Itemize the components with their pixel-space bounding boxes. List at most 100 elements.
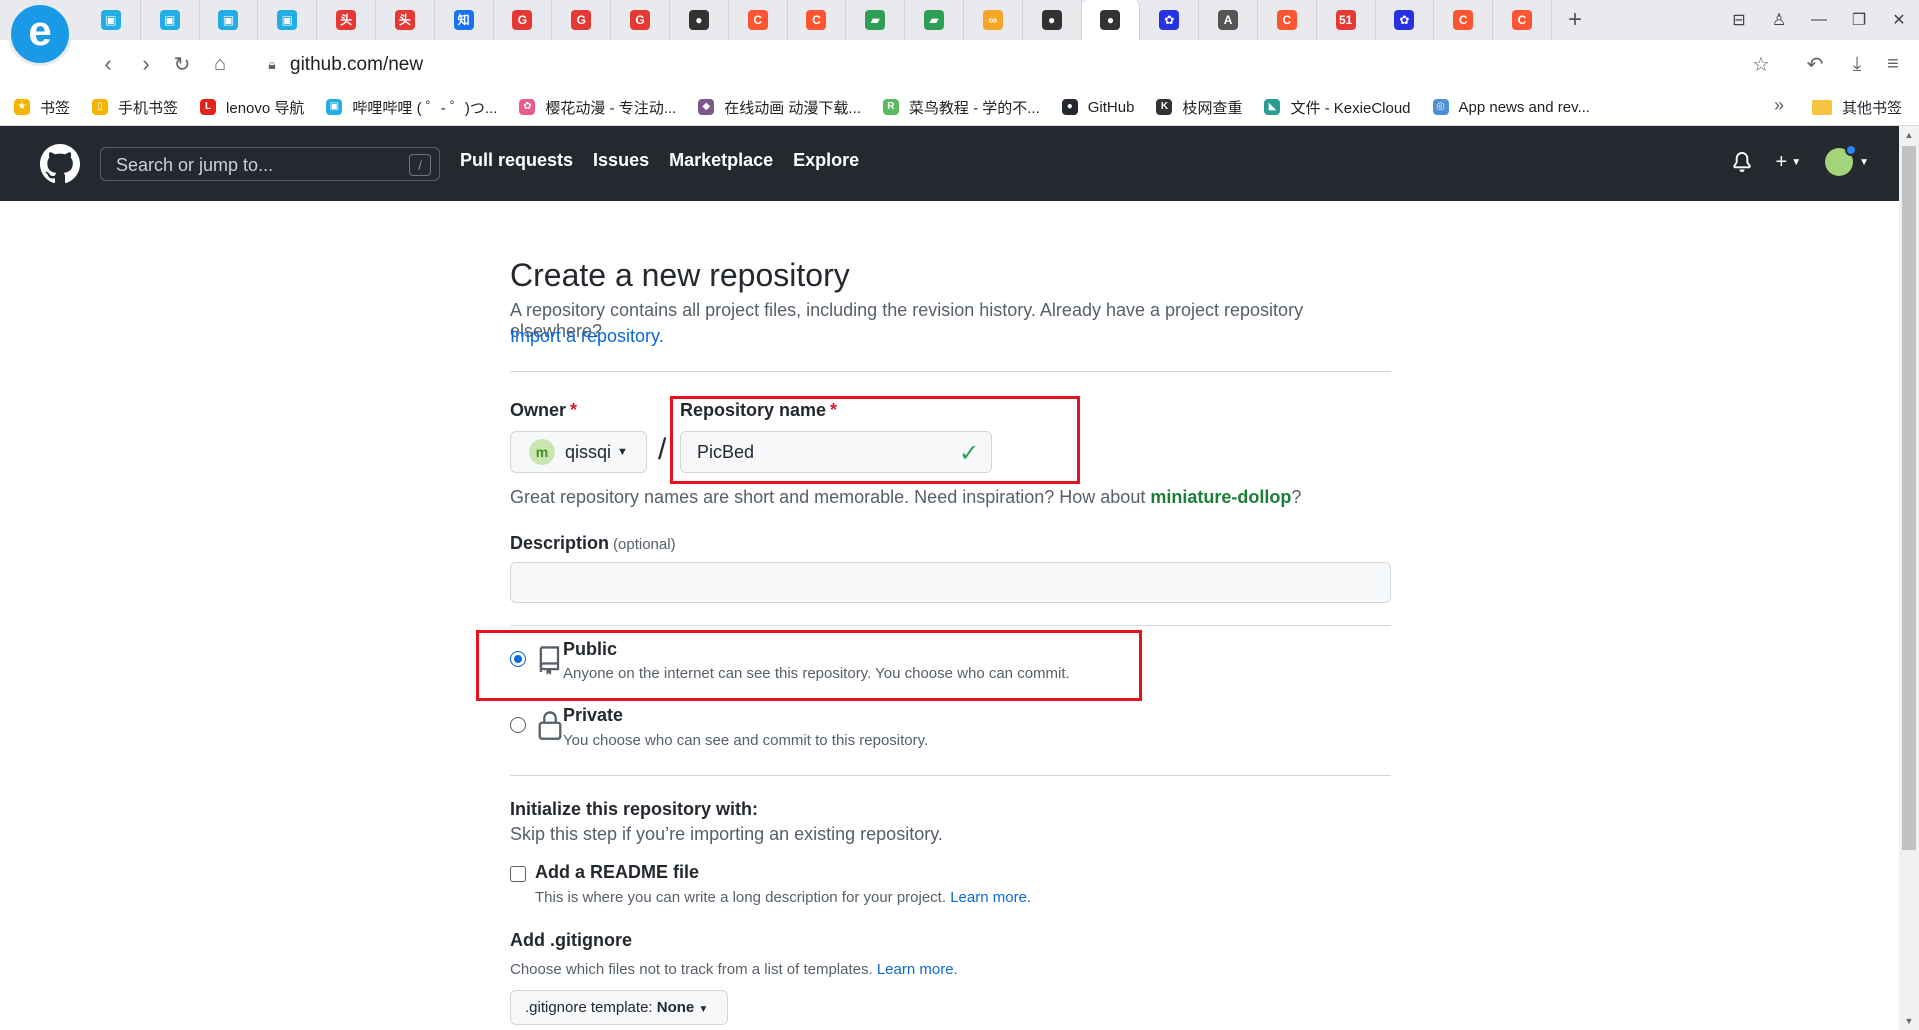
- scroll-thumb[interactable]: [1902, 146, 1916, 850]
- owner-repo-separator: /: [658, 433, 667, 466]
- lenovo-icon: L: [200, 99, 217, 115]
- owner-avatar: m: [529, 439, 555, 465]
- browser-tab[interactable]: ▣: [141, 0, 200, 40]
- zhihu-icon: 知: [453, 10, 474, 30]
- browser-tab[interactable]: ●: [1023, 0, 1082, 40]
- browser-tab[interactable]: ✿: [1376, 0, 1435, 40]
- browser-tab[interactable]: ∞: [964, 0, 1023, 40]
- import-repository-link[interactable]: Import a repository.: [510, 326, 664, 347]
- owner-select[interactable]: m qissqi ▼: [510, 431, 647, 473]
- page-scrollbar[interactable]: ▲ ▼: [1899, 126, 1919, 1030]
- new-tab-button[interactable]: +: [1562, 6, 1588, 34]
- browser-tab[interactable]: ▣: [258, 0, 318, 40]
- close-window-button[interactable]: ✕: [1879, 0, 1919, 40]
- browser-tab[interactable]: ●: [670, 0, 729, 40]
- browser-tab[interactable]: G: [494, 0, 553, 40]
- learn-more-link[interactable]: Learn more.: [950, 889, 1031, 906]
- phone-icon: ▯: [92, 99, 109, 115]
- bookmark-item[interactable]: Llenovo 导航: [200, 97, 304, 118]
- url-field[interactable]: github.com/new: [290, 54, 423, 76]
- menu-icon[interactable]: ≡: [1878, 50, 1908, 78]
- toutiao-icon: 头: [336, 10, 357, 30]
- browser-tab[interactable]: C: [1493, 0, 1552, 40]
- browser-tab[interactable]: 头: [317, 0, 376, 40]
- csdn-icon: C: [806, 10, 827, 30]
- owner-name: qissqi: [565, 441, 612, 462]
- gitignore-template-select[interactable]: .gitignore template: None ▼: [510, 990, 728, 1025]
- reading-mode-icon[interactable]: ⊟: [1719, 0, 1759, 40]
- restore-button[interactable]: ❐: [1839, 0, 1879, 40]
- browser-tab[interactable]: ●: [1081, 0, 1141, 40]
- bookmark-item[interactable]: ● GitHub: [1061, 99, 1134, 116]
- search-input[interactable]: Search or jump to... /: [100, 147, 440, 181]
- bookmark-label: 哔哩哔哩 ( ゜- ゜)つ...: [352, 99, 498, 117]
- 51cto-icon: 51: [1335, 10, 1356, 30]
- bookmark-star-icon[interactable]: ☆: [1746, 50, 1776, 78]
- divider: [510, 371, 1391, 372]
- tab-list: ▣ ▣ ▣ ▣ 头 头 知 G G G ● C C ▰ ▰ ∞ ● ● ✿ A C 51 ✿ C C: [82, 0, 1552, 40]
- scroll-down-arrow-icon[interactable]: ▼: [1899, 1012, 1919, 1030]
- notification-bell-icon[interactable]: [1732, 151, 1752, 173]
- bookmark-item[interactable]: R 菜鸟教程 - 学的不...: [882, 97, 1040, 118]
- readme-checkbox[interactable]: [510, 866, 526, 882]
- bilibili-icon: ▣: [277, 10, 298, 30]
- nav-pull-requests[interactable]: Pull requests: [460, 150, 573, 171]
- undo-dropdown-icon[interactable]: ↶: [1800, 50, 1830, 78]
- shirt-skin-icon[interactable]: ♙: [1759, 0, 1799, 40]
- browser-tab[interactable]: ▰: [846, 0, 906, 40]
- bookmark-item[interactable]: ◣ 文件 - KexieCloud: [1264, 97, 1411, 118]
- readme-title[interactable]: Add a README file: [535, 862, 699, 883]
- browser-tab[interactable]: ✿: [1140, 0, 1200, 40]
- tab-strip: ▣ ▣ ▣ ▣ 头 头 知 G G G ● C C ▰ ▰ ∞ ● ● ✿ A C 51 ✿ C C + ⊟ ♙ — ❐ ✕: [0, 0, 1919, 40]
- browser-tab[interactable]: G: [552, 0, 612, 40]
- repo-name-hint: Great repository names are short and mem…: [510, 487, 1301, 508]
- bookmark-item[interactable]: ★ 书签: [14, 97, 70, 118]
- create-new-dropdown-icon[interactable]: + ▼: [1776, 151, 1802, 174]
- back-icon[interactable]: ‹: [94, 50, 122, 78]
- browser-tab[interactable]: ▣: [200, 0, 259, 40]
- bookmark-item[interactable]: K 枝网查重: [1156, 97, 1242, 118]
- bookmark-label: lenovo 导航: [226, 99, 305, 117]
- browser-tab[interactable]: G: [611, 0, 670, 40]
- bookmark-item[interactable]: ▯ 手机书签: [92, 97, 178, 118]
- scroll-up-arrow-icon[interactable]: ▲: [1899, 126, 1919, 144]
- github-logo-icon[interactable]: [40, 144, 80, 184]
- bookmark-item[interactable]: ◆ 在线动画 动漫下载...: [698, 97, 861, 118]
- browser-tab[interactable]: A: [1199, 0, 1258, 40]
- bookmark-item[interactable]: ✿ 樱花动漫 - 专注动...: [519, 97, 676, 118]
- other-bookmarks-label: 其他书签: [1842, 99, 1903, 117]
- home-icon[interactable]: ⌂: [206, 50, 234, 78]
- browser-tab[interactable]: C: [1434, 0, 1494, 40]
- bookmark-label: App news and rev...: [1458, 98, 1590, 116]
- bookmark-item[interactable]: ▣ 哔哩哔哩 ( ゜- ゜)つ...: [326, 97, 497, 118]
- asoul-icon: K: [1156, 99, 1173, 115]
- lock-icon[interactable]: 🔒︎: [262, 54, 282, 74]
- browser-tab[interactable]: 51: [1317, 0, 1376, 40]
- nav-marketplace[interactable]: Marketplace: [669, 150, 773, 171]
- bookmark-item[interactable]: ◎ App news and rev...: [1432, 98, 1590, 116]
- browser-tab[interactable]: C: [1258, 0, 1317, 40]
- browser-logo[interactable]: e: [8, 2, 72, 66]
- browser-tab[interactable]: ▰: [905, 0, 964, 40]
- browser-tab[interactable]: 知: [435, 0, 494, 40]
- other-bookmarks-folder[interactable]: 其他书签: [1812, 88, 1902, 126]
- user-menu[interactable]: ▼: [1825, 144, 1869, 176]
- reload-icon[interactable]: ↻: [168, 50, 196, 78]
- download-icon[interactable]: ⤓: [1842, 50, 1872, 78]
- minimize-button[interactable]: —: [1799, 0, 1839, 40]
- bookmark-label: 樱花动漫 - 专注动...: [545, 99, 677, 117]
- header-actions: + ▼ ▼: [1708, 144, 1869, 176]
- browser-tab[interactable]: C: [788, 0, 847, 40]
- browser-tab[interactable]: C: [729, 0, 788, 40]
- browser-tab[interactable]: ▣: [82, 0, 141, 40]
- bookmarks-overflow-button[interactable]: »: [1774, 95, 1784, 116]
- private-radio[interactable]: [510, 717, 526, 733]
- suggested-name-link[interactable]: miniature-dollop: [1150, 487, 1291, 507]
- divider: [510, 775, 1391, 776]
- description-input[interactable]: [510, 562, 1391, 603]
- nav-issues[interactable]: Issues: [593, 150, 649, 171]
- forward-icon[interactable]: ›: [132, 50, 160, 78]
- nav-explore[interactable]: Explore: [793, 150, 859, 171]
- browser-tab[interactable]: 头: [376, 0, 435, 40]
- learn-more-link[interactable]: Learn more.: [877, 961, 958, 978]
